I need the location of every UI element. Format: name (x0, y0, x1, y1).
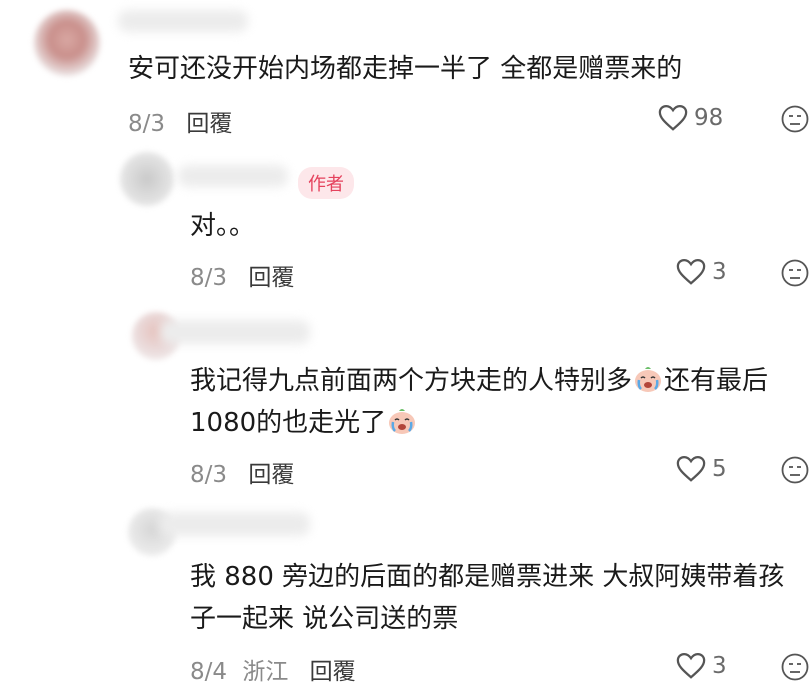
comment-text-line-2: 1080的也走光了 (190, 404, 418, 442)
heart-icon (676, 455, 706, 482)
reply-button[interactable]: 回覆 (310, 659, 356, 685)
author-badge: 作者 (298, 167, 354, 199)
comment-date: 8/3 (190, 265, 228, 291)
comment-meta: 8/3 回覆 (128, 104, 232, 138)
username-blurred[interactable] (118, 10, 248, 32)
like-count: 3 (712, 259, 727, 285)
heart-icon (676, 652, 706, 679)
comment-date: 8/4 (190, 659, 228, 685)
like-count: 98 (694, 105, 724, 131)
comment-text: 对。。 (190, 211, 256, 241)
comment-date: 8/3 (190, 462, 228, 488)
username-blurred[interactable] (160, 512, 310, 536)
dislike-face-icon[interactable] (780, 455, 810, 485)
comment-text-line-1: 我记得九点前面两个方块走的人特别多 还有最后 (190, 362, 768, 400)
crying-face-icon (635, 367, 662, 392)
heart-icon (658, 104, 688, 131)
comment-text-part: 1080的也走光了 (190, 408, 387, 438)
like-button[interactable]: 3 (676, 258, 727, 286)
comment-meta: 8/4 浙江 回覆 (190, 652, 356, 686)
comment-meta: 8/3 回覆 (190, 455, 294, 489)
like-button[interactable]: 3 (676, 652, 727, 680)
comment-location: 浙江 (242, 659, 289, 685)
comment-text-line-1: 我 880 旁边的后面的都是赠票进来 大叔阿姨带着孩 (190, 562, 785, 592)
dislike-face-icon[interactable] (780, 258, 810, 288)
comment-text-line-2: 子一起来 说公司送的票 (190, 604, 459, 634)
comment-thread: 安可还没开始内场都走掉一半了 全都是赠票来的 8/3 回覆 98 作者 对。。 … (0, 0, 810, 690)
reply-button[interactable]: 回覆 (248, 462, 294, 488)
heart-icon (676, 258, 706, 285)
like-count: 3 (712, 653, 727, 679)
username-blurred[interactable] (178, 165, 288, 187)
comment-text-part: 我记得九点前面两个方块走的人特别多 (190, 366, 633, 396)
like-count: 5 (712, 456, 727, 482)
comment-date: 8/3 (128, 111, 166, 137)
avatar[interactable] (120, 152, 174, 206)
dislike-face-icon[interactable] (780, 652, 810, 682)
username-blurred[interactable] (160, 320, 310, 344)
like-button[interactable]: 5 (676, 455, 727, 483)
dislike-face-icon[interactable] (780, 104, 810, 134)
comment-meta: 8/3 回覆 (190, 258, 294, 292)
avatar[interactable] (34, 10, 100, 76)
reply-button[interactable]: 回覆 (248, 265, 294, 291)
comment-text: 安可还没开始内场都走掉一半了 全都是赠票来的 (128, 54, 683, 84)
comment-text-part: 还有最后 (664, 366, 769, 396)
reply-button[interactable]: 回覆 (186, 111, 232, 137)
crying-face-icon (389, 409, 416, 434)
like-button[interactable]: 98 (658, 104, 723, 132)
